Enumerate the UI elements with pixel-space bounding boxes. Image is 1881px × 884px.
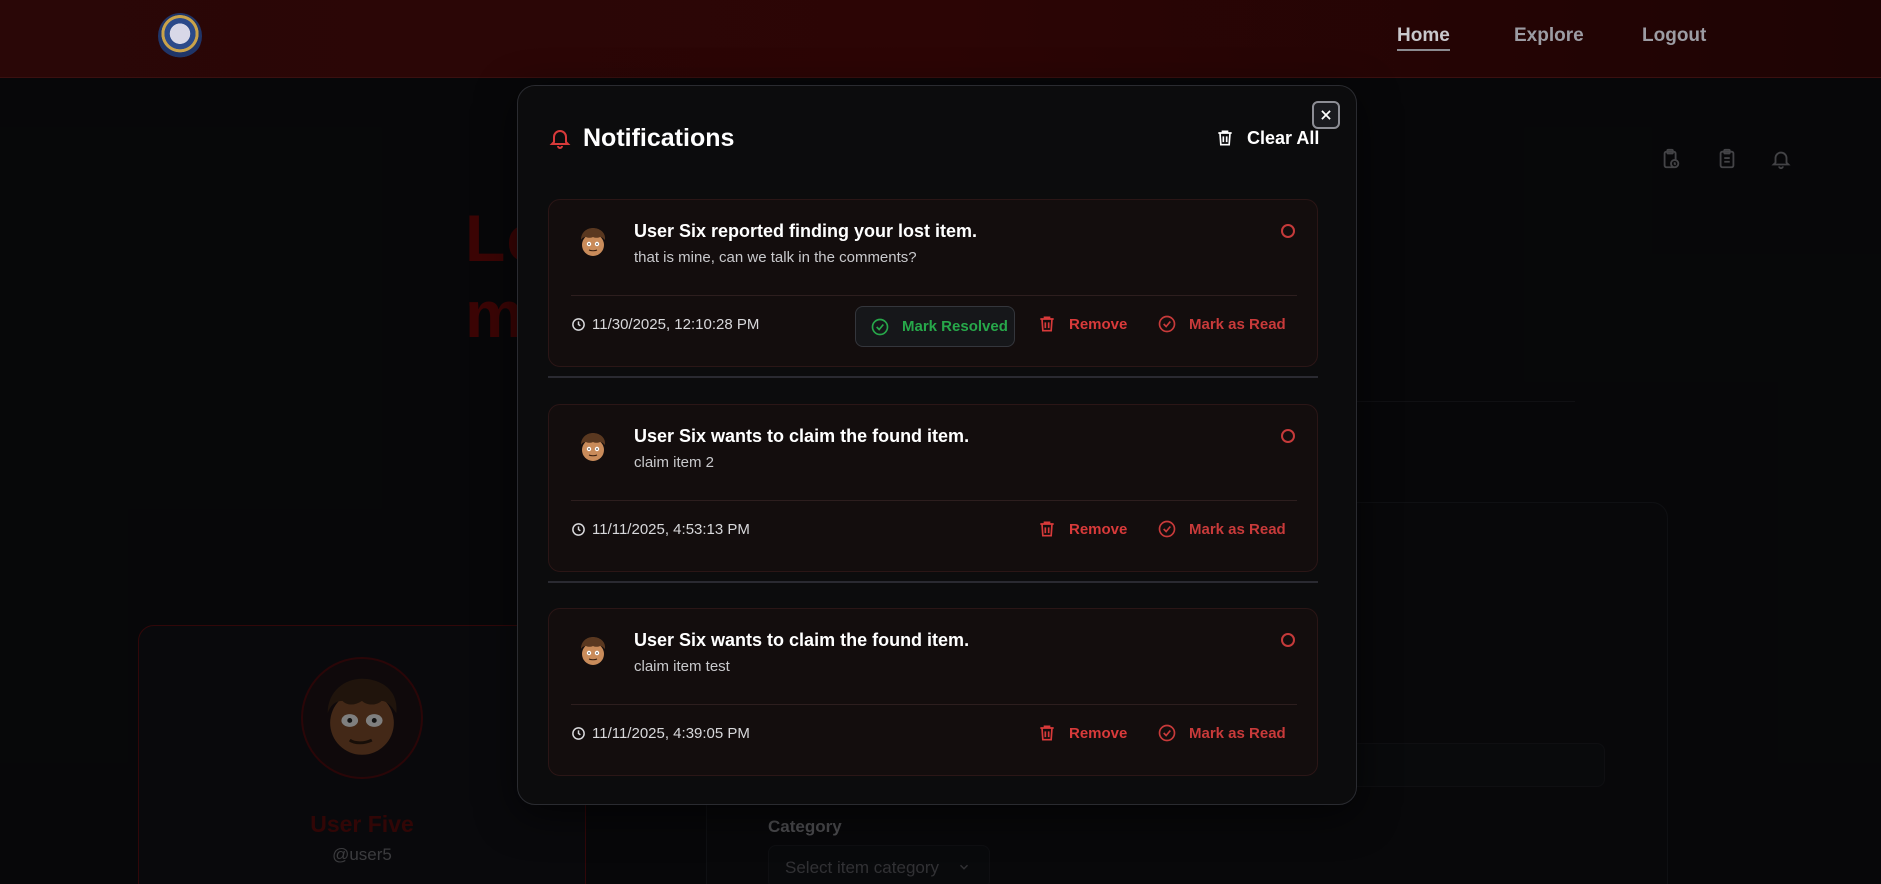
notification-card: User Six wants to claim the found item. …: [548, 404, 1318, 572]
notification-time: 11/11/2025, 4:39:05 PM: [571, 725, 750, 742]
nav-logout-link[interactable]: Logout: [1642, 25, 1706, 46]
mark-resolved-button[interactable]: Mark Resolved: [855, 306, 1015, 347]
notification-separator: [548, 581, 1318, 583]
remove-label: Remove: [1069, 520, 1128, 538]
notification-time: 11/11/2025, 4:53:13 PM: [571, 521, 750, 538]
remove-label: Remove: [1069, 724, 1128, 742]
clock-icon: [572, 727, 585, 740]
remove-button[interactable]: Remove: [1037, 519, 1127, 539]
mark-resolved-label: Mark Resolved: [902, 318, 1008, 335]
check-circle-icon: [1158, 520, 1176, 538]
unread-indicator[interactable]: [1281, 224, 1295, 238]
clear-all-button[interactable]: Clear All: [1215, 124, 1319, 152]
close-button[interactable]: [1312, 101, 1340, 129]
nav-home[interactable]: Home: [1397, 25, 1450, 51]
mark-as-read-label: Mark as Read: [1189, 520, 1286, 538]
nav-logout[interactable]: Logout: [1642, 25, 1706, 47]
clock-icon: [572, 318, 585, 331]
nav-explore[interactable]: Explore: [1514, 25, 1584, 47]
notification-body: claim item test: [634, 658, 730, 675]
trash-icon: [1040, 316, 1054, 332]
trash-icon: [1218, 130, 1232, 146]
top-navbar: Home Explore Logout: [0, 0, 1881, 78]
modal-title: Notifications: [583, 124, 735, 152]
clock-icon: [572, 523, 585, 536]
divider: [571, 704, 1297, 705]
divider: [571, 295, 1297, 296]
notification-body: that is mine, can we talk in the comment…: [634, 249, 917, 266]
user-avatar: [573, 222, 613, 262]
check-circle-icon: [1158, 315, 1176, 333]
notification-timestamp: 11/11/2025, 4:53:13 PM: [592, 521, 750, 538]
notification-card: User Six reported finding your lost item…: [548, 199, 1318, 367]
divider: [571, 500, 1297, 501]
notification-separator: [548, 376, 1318, 378]
remove-button[interactable]: Remove: [1037, 314, 1127, 334]
nav-home-link[interactable]: Home: [1397, 25, 1450, 51]
notifications-modal: Notifications Clear All User Six reporte…: [517, 85, 1357, 805]
bell-icon: [549, 130, 571, 149]
notification-timestamp: 11/11/2025, 4:39:05 PM: [592, 725, 750, 742]
close-icon: [1321, 110, 1331, 120]
user-avatar: [573, 631, 613, 671]
notification-card: User Six wants to claim the found item. …: [548, 608, 1318, 776]
trash-icon: [1040, 521, 1054, 537]
notification-timestamp: 11/30/2025, 12:10:28 PM: [592, 316, 760, 333]
remove-button[interactable]: Remove: [1037, 723, 1127, 743]
unread-indicator[interactable]: [1281, 633, 1295, 647]
notification-title: User Six wants to claim the found item.: [634, 630, 970, 650]
user-avatar: [573, 427, 613, 467]
trash-icon: [1040, 725, 1054, 741]
check-circle-icon: [871, 318, 889, 335]
unread-indicator[interactable]: [1281, 429, 1295, 443]
mark-as-read-button[interactable]: Mark as Read: [1157, 314, 1286, 334]
check-circle-icon: [1158, 724, 1176, 742]
notification-title: User Six reported finding your lost item…: [634, 221, 978, 241]
site-logo[interactable]: [158, 13, 202, 59]
notification-body: claim item 2: [634, 454, 715, 471]
notification-time: 11/30/2025, 12:10:28 PM: [571, 316, 759, 333]
nav-explore-link[interactable]: Explore: [1514, 25, 1584, 46]
mark-as-read-label: Mark as Read: [1189, 315, 1286, 333]
remove-label: Remove: [1069, 315, 1128, 333]
mark-as-read-label: Mark as Read: [1189, 724, 1286, 742]
mark-as-read-button[interactable]: Mark as Read: [1157, 723, 1286, 743]
notification-title: User Six wants to claim the found item.: [634, 426, 970, 446]
mark-as-read-button[interactable]: Mark as Read: [1157, 519, 1286, 539]
clear-all-label: Clear All: [1247, 127, 1320, 148]
